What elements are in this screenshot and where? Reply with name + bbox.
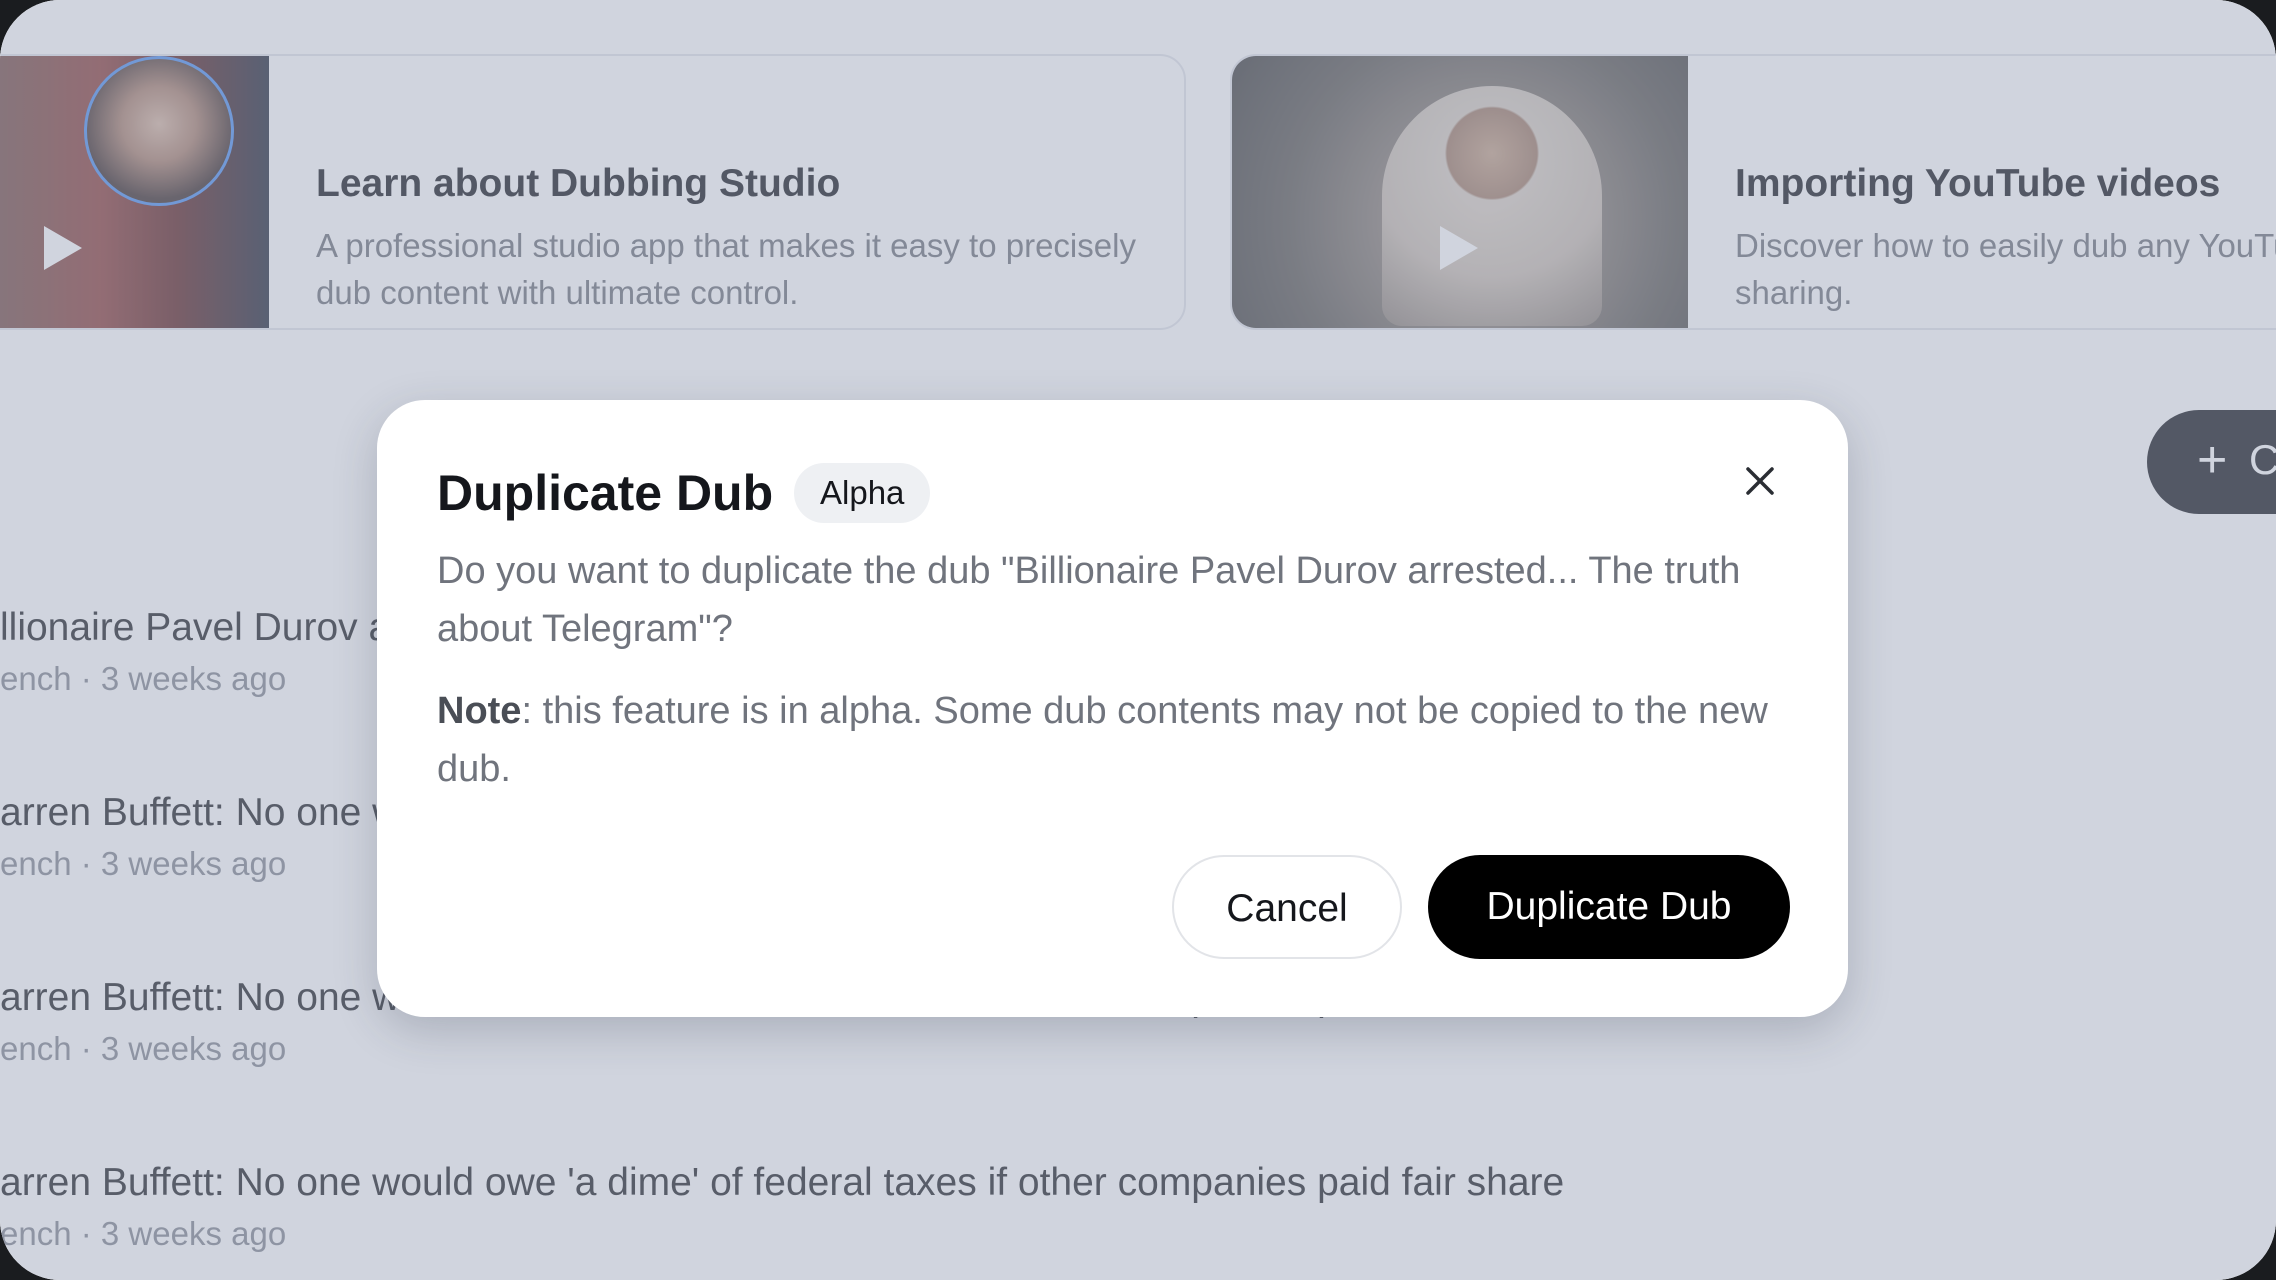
dialog-message: Do you want to duplicate the dub "Billio… [437,550,1741,650]
note-label: Note [437,690,522,732]
duplicate-dub-dialog: Duplicate Dub Alpha Do you want to dupli… [377,400,1848,1017]
app-window: Learn about Dubbing Studio A professiona… [0,0,2276,1280]
cancel-button[interactable]: Cancel [1172,855,1402,959]
note-text: : this feature is in alpha. Some dub con… [437,690,1768,790]
close-icon[interactable] [1739,460,1781,502]
duplicate-dub-button[interactable]: Duplicate Dub [1428,855,1790,959]
dialog-note: Note: this feature is in alpha. Some dub… [437,682,1807,798]
alpha-badge: Alpha [794,463,931,523]
dialog-title: Duplicate Dub [437,465,774,521]
